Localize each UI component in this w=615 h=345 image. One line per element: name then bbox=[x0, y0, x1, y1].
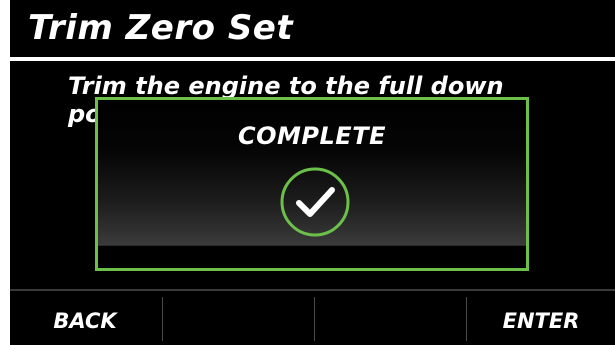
page-title: Trim Zero Set bbox=[28, 8, 294, 48]
softkey-3[interactable] bbox=[315, 291, 465, 345]
back-softkey[interactable]: BACK bbox=[10, 291, 160, 345]
display-screen: Trim Zero Set Trim the engine to the ful… bbox=[10, 0, 615, 345]
title-bar: Trim Zero Set bbox=[10, 0, 615, 58]
enter-softkey[interactable]: ENTER bbox=[467, 291, 615, 345]
dialog-title: COMPLETE bbox=[238, 122, 386, 150]
softkey-bar: BACK ENTER bbox=[10, 289, 615, 345]
title-divider bbox=[10, 57, 615, 61]
softkey-2[interactable] bbox=[163, 291, 313, 345]
checkmark-circle-icon bbox=[279, 166, 351, 238]
complete-dialog: COMPLETE bbox=[95, 97, 529, 271]
